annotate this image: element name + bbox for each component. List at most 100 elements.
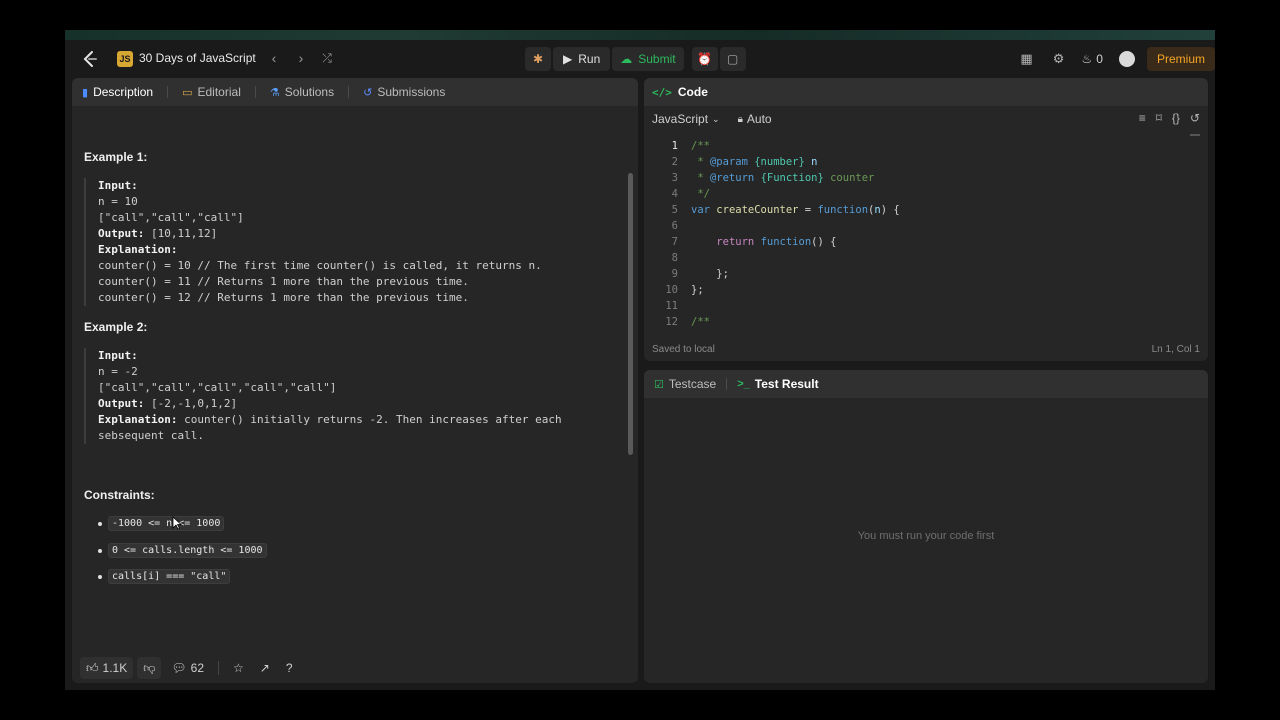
- run-button[interactable]: ▶ Run: [553, 47, 611, 71]
- logo-icon[interactable]: [81, 50, 99, 68]
- line-number: 11: [665, 300, 678, 312]
- line-number: 6: [671, 220, 678, 232]
- tab-editorial[interactable]: ▭ Editorial: [182, 85, 241, 99]
- test-tabbar: ☑ Testcase >_ Test Result: [644, 370, 1208, 398]
- note-icon: ▢: [726, 52, 739, 66]
- line-number: 5: [671, 204, 678, 216]
- tab-label: Solutions: [284, 85, 335, 99]
- share-button[interactable]: ↗: [254, 657, 276, 679]
- test-panel: ☑ Testcase >_ Test Result You must run y…: [644, 370, 1208, 683]
- fire-icon: ♨: [1081, 52, 1093, 66]
- bookmark-icon[interactable]: ⌑: [1156, 111, 1162, 125]
- checkbox-icon: ☑: [654, 378, 664, 391]
- tab-divider: [167, 86, 169, 98]
- help-icon: ?: [285, 661, 293, 675]
- like-button[interactable]: 👍︎ 1.1K: [80, 657, 134, 679]
- next-problem-icon[interactable]: ›: [293, 50, 309, 66]
- explanation-line: counter() = 10 // The first time counter…: [98, 259, 542, 272]
- cloud-upload-icon: ☁: [620, 52, 633, 66]
- code-line: * @param {number} n: [691, 156, 818, 168]
- footer-divider: [218, 661, 220, 675]
- explanation-text: counter() initially returns -2. Then inc…: [184, 413, 562, 426]
- editorial-icon: ▭: [182, 86, 193, 99]
- constraint-item: -1000 <= n <= 1000: [98, 516, 225, 531]
- avatar[interactable]: [1118, 51, 1135, 67]
- line-number: 3: [671, 172, 678, 184]
- layout-icon[interactable]: ▦: [1018, 50, 1036, 68]
- tab-solutions[interactable]: ⚗ Solutions: [270, 85, 334, 99]
- output-label: Output:: [98, 227, 145, 240]
- streak-counter[interactable]: ♨ 0: [1082, 52, 1103, 66]
- language-label: JavaScript: [652, 112, 709, 126]
- problem-list-title[interactable]: 30 Days of JavaScript: [139, 51, 256, 65]
- bullet: [98, 521, 102, 526]
- code-line: * @return {Function} counter: [691, 172, 875, 184]
- constraint-item: calls[i] === "call": [98, 569, 231, 584]
- code-tools: ≡ ⌑ {} ↺: [1139, 111, 1200, 125]
- help-button[interactable]: ?: [280, 657, 299, 679]
- thumbs-down-icon: 👎︎: [143, 660, 156, 675]
- desktop-strip: [65, 30, 1215, 40]
- code-editor[interactable]: 1 /** 2 * @param {number} n 3 * @return {…: [644, 138, 1208, 328]
- tab-test-result[interactable]: >_ Test Result: [737, 377, 818, 391]
- gear-icon[interactable]: ⚙: [1050, 50, 1068, 68]
- share-icon: ↗: [259, 661, 270, 675]
- tab-label: Description: [93, 85, 154, 99]
- code-header: </> Code: [644, 78, 1208, 106]
- dislike-button[interactable]: 👎︎: [137, 657, 162, 679]
- output-value: [-2,-1,0,1,2]: [150, 397, 238, 410]
- example-1-title: Example 1:: [84, 150, 148, 164]
- lock-icon: 🔒︎: [737, 113, 743, 125]
- timer-button[interactable]: ⏰: [691, 47, 718, 71]
- flask-icon: ⚗: [269, 86, 280, 99]
- description-panel: ▮ Description ▭ Editorial ⚗ Solutions ↺ …: [72, 78, 638, 683]
- tab-label: Submissions: [377, 85, 446, 99]
- braces-icon[interactable]: {}: [1172, 111, 1180, 125]
- run-label: Run: [578, 52, 601, 66]
- favorite-button[interactable]: ☆: [227, 657, 250, 679]
- example-1-block: Input: n = 10 ["call","call","call"] Out…: [84, 178, 604, 306]
- premium-button[interactable]: Premium: [1146, 47, 1215, 71]
- constraint-text: 0 <= calls.length <= 1000: [108, 543, 267, 558]
- tab-description[interactable]: ▮ Description: [82, 85, 153, 99]
- line-number: 9: [671, 268, 678, 280]
- code-icon: </>: [652, 85, 672, 99]
- bullet: [98, 548, 102, 553]
- chevron-down-icon: ⌄: [712, 113, 720, 124]
- shuffle-icon[interactable]: ⤮: [319, 50, 335, 66]
- input-line: n = -2: [98, 365, 138, 378]
- code-toolbar: JavaScript ⌄ 🔒︎ Auto ≡ ⌑ {} ↺: [644, 106, 1208, 132]
- constraint-text: calls[i] === "call": [108, 569, 231, 584]
- debug-button[interactable]: ✱: [525, 47, 551, 71]
- explanation-line: counter() = 12 // Returns 1 more than th…: [98, 291, 469, 304]
- code-line: */: [691, 188, 710, 200]
- mouse-cursor-icon: [172, 516, 182, 530]
- bug-icon: ✱: [532, 52, 544, 66]
- code-line: return function() {: [716, 236, 837, 248]
- submit-button[interactable]: ☁ Submit: [612, 47, 684, 71]
- editor-status-bar: Saved to local Ln 1, Col 1: [644, 337, 1208, 361]
- tab-divider: [348, 86, 350, 98]
- prev-problem-icon[interactable]: ‹: [266, 50, 282, 66]
- comments-button[interactable]: 💬︎ 62: [165, 657, 210, 679]
- like-count: 1.1K: [102, 661, 128, 675]
- notes-button[interactable]: ▢: [719, 47, 746, 71]
- explanation-label: Explanation:: [98, 243, 178, 256]
- empty-result-message: You must run your code first: [857, 530, 995, 542]
- language-select[interactable]: JavaScript ⌄: [652, 112, 720, 126]
- explanation-line: counter() = 11 // Returns 1 more than th…: [98, 275, 469, 288]
- code-line: };: [691, 284, 704, 296]
- tab-testcase[interactable]: ☑ Testcase: [654, 377, 716, 391]
- line-number: 10: [665, 284, 678, 296]
- line-number: 8: [671, 252, 678, 264]
- line-number: 7: [671, 236, 678, 248]
- reset-icon[interactable]: ↺: [1190, 111, 1200, 125]
- input-line: ["call","call","call","call","call"]: [98, 381, 337, 394]
- auto-mode[interactable]: 🔒︎ Auto: [738, 112, 772, 126]
- cursor-position: Ln 1, Col 1: [1151, 343, 1200, 355]
- tab-submissions[interactable]: ↺ Submissions: [363, 85, 445, 99]
- code-line: /**: [691, 316, 710, 328]
- line-number: 2: [671, 156, 678, 168]
- description-scrollbar[interactable]: [628, 173, 633, 455]
- format-icon[interactable]: ≡: [1139, 111, 1146, 125]
